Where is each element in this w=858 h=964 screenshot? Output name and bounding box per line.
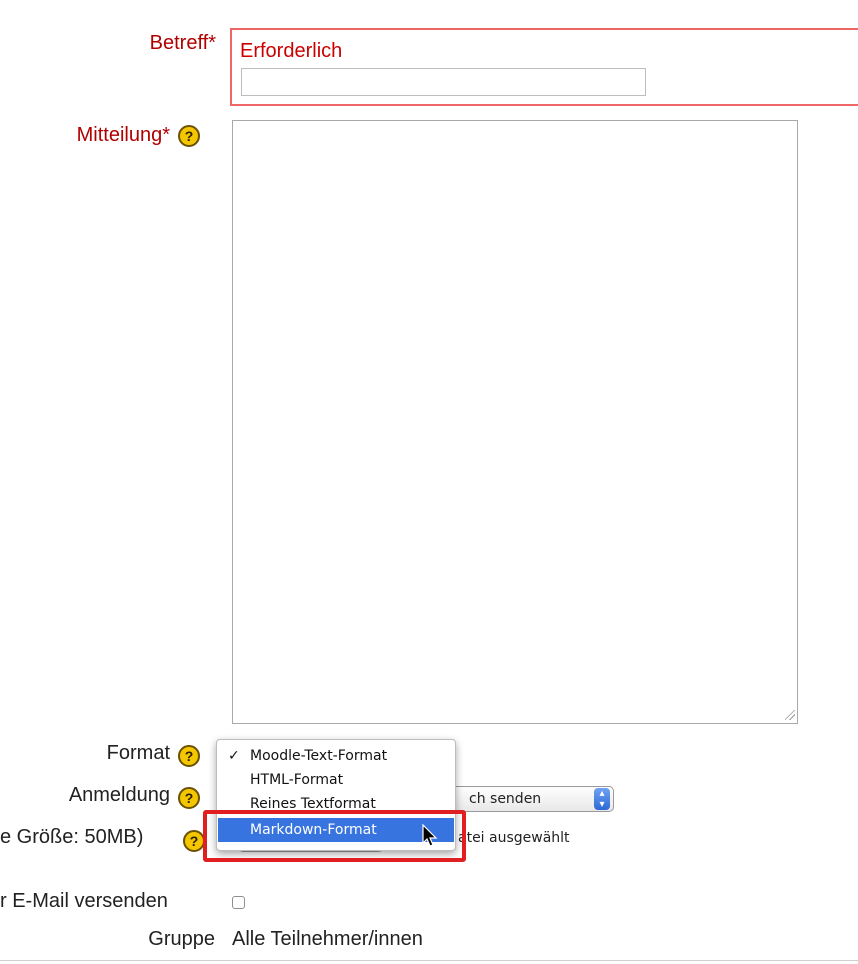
file-status-text: atei ausgewählt — [458, 830, 570, 846]
subscription-select-value: ch senden — [469, 791, 542, 807]
subject-label: Betreff* — [149, 32, 216, 54]
format-label: Format — [106, 742, 170, 764]
help-icon[interactable]: ? — [178, 125, 200, 147]
subscription-select[interactable]: ch senden — [440, 786, 614, 812]
email-checkbox[interactable] — [232, 896, 245, 909]
required-message: Erforderlich — [240, 40, 343, 62]
help-icon[interactable]: ? — [183, 830, 205, 852]
group-label: Gruppe — [148, 928, 215, 950]
help-icon[interactable]: ? — [178, 787, 200, 809]
email-label: r E-Mail versenden — [0, 890, 168, 912]
mouse-cursor-icon — [422, 824, 438, 847]
divider — [0, 960, 858, 961]
attachment-label: e Größe: 50MB) — [0, 826, 144, 848]
resize-handle-icon[interactable] — [785, 710, 795, 720]
format-option-moodle[interactable]: ✓ Moodle-Text-Format — [218, 744, 454, 768]
message-textarea[interactable] — [232, 120, 798, 724]
checkmark-icon: ✓ — [228, 748, 240, 764]
subscription-label: Anmeldung — [68, 784, 170, 806]
group-value: Alle Teilnehmer/innen — [232, 928, 423, 950]
message-label: Mitteilung* — [76, 124, 170, 146]
subject-input[interactable] — [241, 68, 646, 96]
format-option-label: Moodle-Text-Format — [250, 748, 388, 764]
format-option-label: HTML-Format — [250, 772, 344, 788]
select-stepper-icon[interactable]: ▴ ▾ — [594, 788, 610, 810]
help-icon[interactable]: ? — [178, 745, 200, 767]
format-option-html[interactable]: HTML-Format — [218, 768, 454, 792]
